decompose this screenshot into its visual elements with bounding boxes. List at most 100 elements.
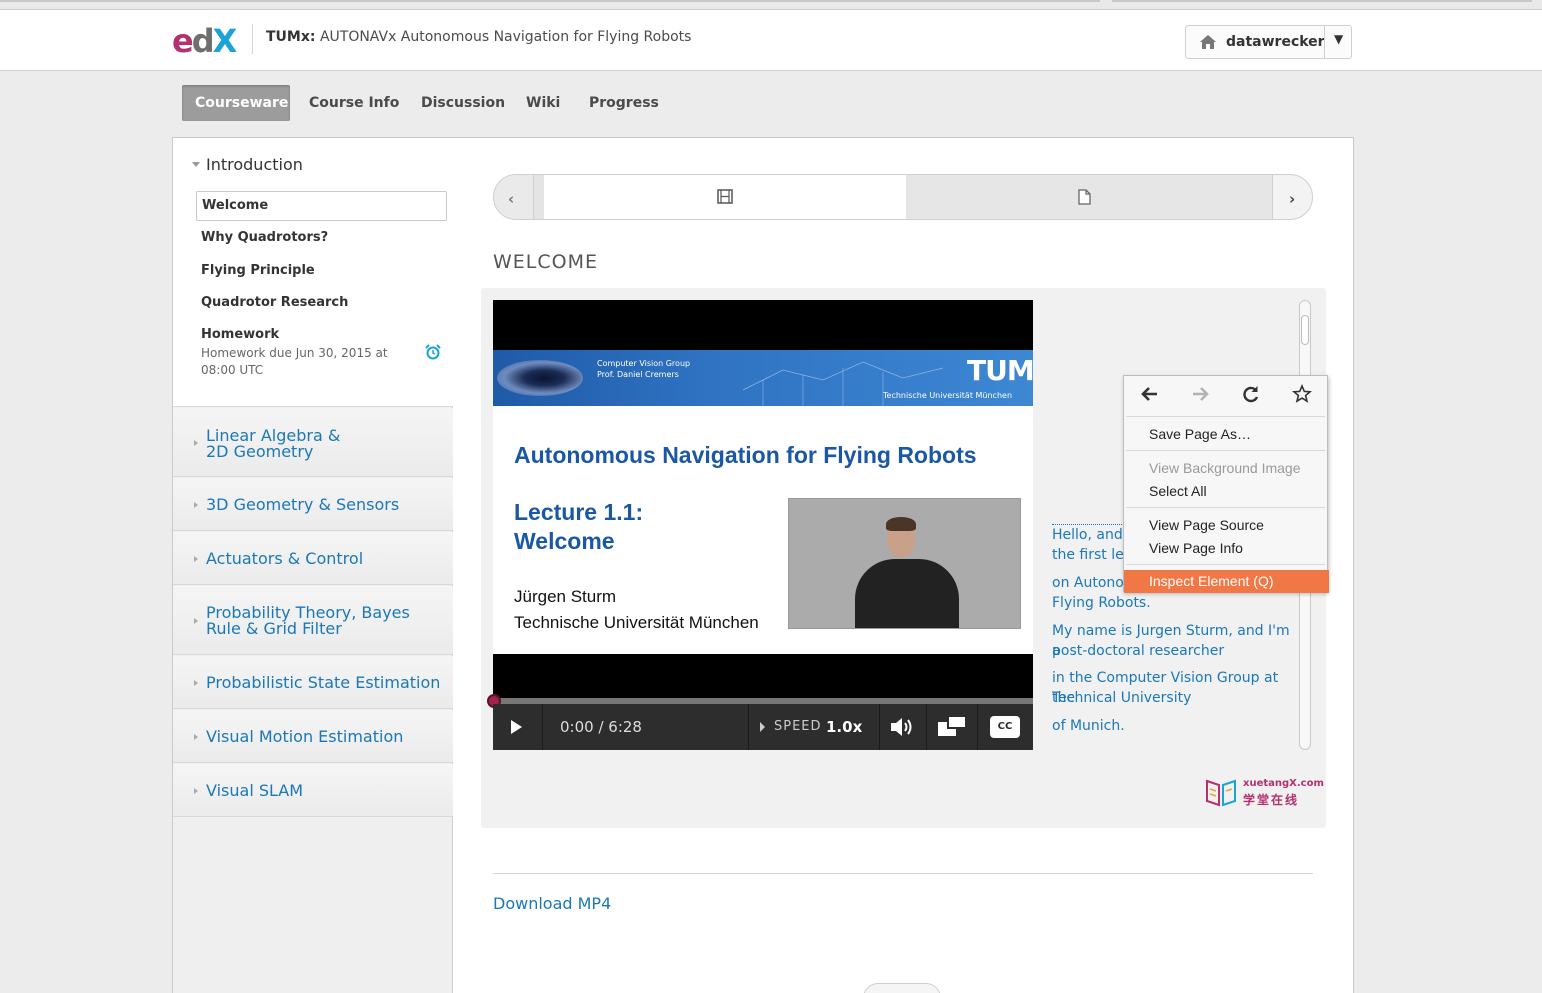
chevron-right-icon: [194, 788, 198, 794]
scrollbar-thumb[interactable]: [1301, 315, 1309, 345]
bottom-sequence-nav[interactable]: [863, 983, 941, 993]
download-mp4-link[interactable]: Download MP4: [493, 894, 611, 913]
previous-unit-button[interactable]: ‹: [494, 175, 534, 219]
video-player[interactable]: Computer Vision Group Prof. Daniel Creme…: [487, 300, 1033, 750]
next-unit-button[interactable]: ›: [1272, 175, 1312, 219]
browser-top-strip: [0, 0, 1542, 10]
chevron-right-icon: ›: [1289, 190, 1296, 208]
fullscreen-icon: [938, 716, 966, 736]
volume-button[interactable]: [880, 704, 927, 750]
chapter-label: Visual SLAM: [206, 781, 304, 800]
chevron-down-icon[interactable]: ▼: [1334, 32, 1343, 46]
chapter-3d-geometry[interactable]: 3D Geometry & Sensors: [173, 478, 453, 531]
tum-logo: TUM: [967, 354, 1033, 387]
menu-view-page-source[interactable]: View Page Source: [1149, 517, 1264, 533]
menu-separator: [1126, 416, 1325, 417]
speed-control[interactable]: SPEED 1.0x: [749, 704, 880, 750]
group-line2: Prof. Daniel Cremers: [597, 370, 679, 379]
browser-tab-strip: [0, 0, 1100, 2]
alarm-clock-icon: [425, 344, 441, 360]
chapter-linear-algebra[interactable]: Linear Algebra & 2D Geometry: [173, 408, 453, 477]
subsection-why-quadrotors[interactable]: Why Quadrotors?: [196, 224, 447, 254]
slide-banner: Computer Vision Group Prof. Daniel Creme…: [493, 350, 1033, 406]
document-icon: [1078, 189, 1091, 205]
tab-course-info[interactable]: Course Info: [296, 85, 412, 121]
back-arrow-icon[interactable]: [1140, 384, 1160, 404]
video-time: 0:00 / 6:28: [560, 718, 642, 736]
chapter-label: Linear Algebra & 2D Geometry: [206, 428, 340, 460]
browser-context-menu: Save Page As… View Background Image Sele…: [1123, 375, 1329, 593]
tab-discussion[interactable]: Discussion: [408, 85, 518, 121]
user-menu-divider: [1324, 26, 1325, 58]
chapter-label: 3D Geometry & Sensors: [206, 495, 400, 514]
course-title: TUMx: AUTONAVx Autonomous Navigation for…: [266, 29, 691, 45]
slide-lecture: Lecture 1.1: Welcome: [514, 498, 643, 556]
chapter-label: Visual Motion Estimation: [206, 727, 404, 746]
chapter-introduction: Introduction Welcome Why Quadrotors? Fly…: [173, 138, 453, 407]
chevron-right-icon: [194, 734, 198, 740]
chevron-left-icon: ‹: [508, 190, 515, 208]
chevron-right-icon: [194, 502, 198, 508]
lecture-name: Welcome: [514, 528, 615, 554]
group-line1: Computer Vision Group: [597, 359, 691, 368]
tab-courseware[interactable]: Courseware: [182, 85, 290, 121]
transcript-line[interactable]: of Munich.: [1052, 716, 1302, 736]
chapter-title[interactable]: Introduction: [206, 155, 303, 174]
context-nav-row: [1124, 376, 1327, 414]
menu-save-page-as[interactable]: Save Page As…: [1149, 426, 1251, 442]
menu-inspect-element[interactable]: Inspect Element (Q): [1124, 570, 1329, 593]
subsection-welcome[interactable]: Welcome: [196, 191, 447, 221]
divider: [493, 873, 1313, 874]
chapter-label: Probabilistic State Estimation: [206, 673, 441, 692]
chevron-right-icon: [194, 556, 198, 562]
tab-wiki[interactable]: Wiki: [513, 85, 573, 121]
speaker-video-inset: [788, 498, 1021, 629]
lecture-number: Lecture 1.1:: [514, 499, 644, 525]
user-menu-button[interactable]: datawrecker ▼: [1185, 25, 1352, 59]
transcript-line[interactable]: post-doctoral researcher: [1052, 641, 1302, 661]
chapter-visual-motion-estimation[interactable]: Visual Motion Estimation: [173, 710, 453, 763]
transcript-line[interactable]: Technical University: [1052, 688, 1302, 708]
forward-arrow-icon: [1193, 387, 1209, 401]
username: datawrecker: [1226, 34, 1325, 50]
video-controls: 0:00 / 6:28 SPEED 1.0x CC: [493, 704, 1033, 750]
sequence-tab-video[interactable]: [544, 175, 906, 219]
xuetangx-domain: xuetangX.com: [1243, 778, 1324, 789]
edx-logo[interactable]: edX: [172, 24, 238, 58]
chapter-probabilistic-state-estimation[interactable]: Probabilistic State Estimation: [173, 656, 453, 709]
chevron-right-icon: [194, 440, 198, 446]
speed-value: 1.0x: [826, 718, 863, 736]
chapter-label-line2: Rule & Grid Filter: [206, 619, 342, 638]
sequence-tab-page[interactable]: [906, 175, 1272, 219]
volume-icon: [891, 718, 912, 736]
chevron-right-icon: [194, 680, 198, 686]
fullscreen-button[interactable]: [927, 704, 978, 750]
author-name: Jürgen Sturm: [514, 587, 617, 606]
unit-title: WELCOME: [493, 251, 598, 273]
chapter-label: Actuators & Control: [206, 549, 364, 568]
expand-arrow-icon[interactable]: [192, 162, 200, 167]
closed-captions-button[interactable]: CC: [990, 716, 1020, 738]
speaker-hair: [886, 517, 916, 531]
xuetangx-watermark: xuetangX.com 学堂在线: [1203, 774, 1324, 810]
film-icon: [717, 189, 733, 204]
homework-due-date: Homework due Jun 30, 2015 at 08:00 UTC: [201, 346, 388, 377]
menu-select-all[interactable]: Select All: [1149, 483, 1207, 499]
reload-icon[interactable]: [1241, 384, 1261, 404]
chevron-right-icon: [194, 618, 198, 624]
chapter-actuators-control[interactable]: Actuators & Control: [173, 532, 453, 585]
slide-group-text: Computer Vision Group Prof. Daniel Creme…: [597, 358, 690, 380]
tab-progress[interactable]: Progress: [576, 85, 672, 121]
home-icon: [1200, 35, 1216, 49]
menu-separator: [1126, 564, 1325, 565]
xuetangx-chinese-name: 学堂在线: [1243, 793, 1300, 807]
menu-view-page-info[interactable]: View Page Info: [1149, 540, 1243, 556]
chapter-visual-slam[interactable]: Visual SLAM: [173, 764, 453, 817]
video-time-display: 0:00 / 6:28: [543, 704, 749, 750]
subsection-quadrotor-research[interactable]: Quadrotor Research: [196, 289, 447, 319]
bookmark-star-icon[interactable]: [1292, 384, 1312, 404]
subsection-flying-principle[interactable]: Flying Principle: [196, 257, 447, 287]
transcript-line[interactable]: Flying Robots.: [1052, 593, 1302, 613]
play-button[interactable]: [493, 704, 543, 750]
chapter-probability-theory[interactable]: Probability Theory, Bayes Rule & Grid Fi…: [173, 586, 453, 655]
